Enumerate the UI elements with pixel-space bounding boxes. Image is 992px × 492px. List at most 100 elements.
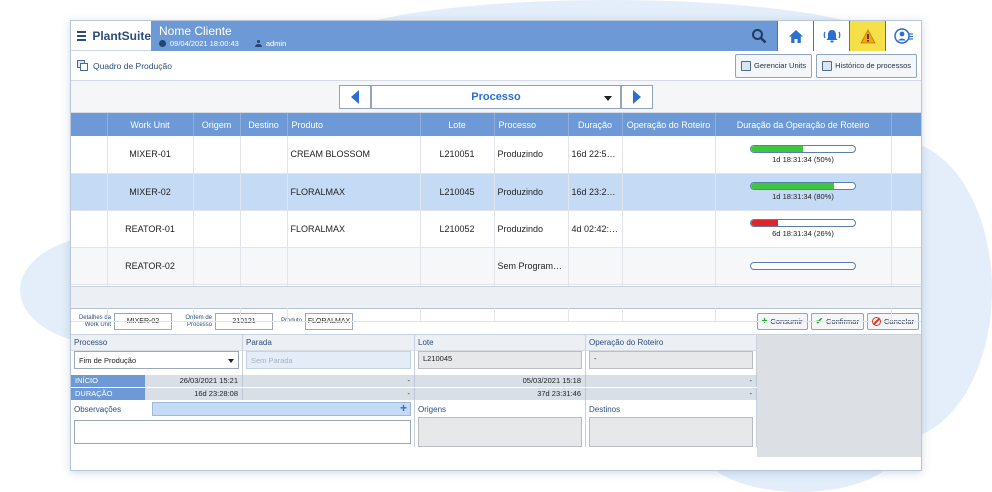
warning-triangle-icon [859, 28, 876, 43]
start-row: INÍCIO 26/03/2021 15:21 - 05/03/2021 15:… [71, 375, 757, 387]
progress-bar [750, 261, 856, 270]
cell-operacao [622, 247, 716, 285]
duration-label: DURAÇÃO [71, 388, 145, 400]
process-dropdown[interactable]: Processo [371, 84, 621, 109]
column-header-origem[interactable]: Origem [193, 113, 241, 136]
home-icon [788, 29, 803, 43]
cell-duracao-operacao: 1d 18:31:34 (50%) [715, 136, 892, 174]
cell-work-unit: MIXER-01 [107, 136, 194, 174]
warning-button[interactable] [849, 21, 885, 51]
production-table: Work Unit Origem Destino Produto Lote Pr… [71, 113, 921, 322]
arrow-right-icon [633, 89, 641, 104]
alarm-button[interactable] [813, 21, 849, 51]
duration-process-value: 16d 23:28:08 [145, 388, 243, 400]
arrow-left-icon [351, 89, 359, 104]
origins-label: Origens [418, 405, 447, 414]
client-info: Nome Cliente 09/04/2021 18:00:43 admin [151, 21, 741, 51]
column-header-duracao[interactable]: Duração [568, 113, 623, 136]
table-row[interactable]: REATOR-02 Sem Program… [71, 247, 921, 285]
table-header: Work Unit Origem Destino Produto Lote Pr… [71, 113, 921, 136]
table-row[interactable]: MIXER-01 CREAM BLOSSOM L210051 Produzind… [71, 136, 921, 174]
cell-operacao [622, 210, 716, 248]
lot-value: L210045 [423, 354, 453, 363]
session-meta: 09/04/2021 18:00:43 admin [159, 39, 741, 48]
origins-list [418, 417, 582, 447]
cell-destino [240, 136, 288, 174]
manage-units-button[interactable]: Gerenciar Units [735, 53, 813, 78]
column-header-select [71, 113, 108, 136]
user-icon [254, 40, 262, 47]
column-header-destino[interactable]: Destino [240, 113, 288, 136]
cell-produto [287, 247, 421, 285]
cell-operacao [622, 136, 716, 174]
table-row[interactable]: REATOR-01 FLORALMAX L210052 Produzindo 4… [71, 210, 921, 248]
column-header-produto[interactable]: Produto [287, 113, 421, 136]
prev-button[interactable] [339, 84, 371, 109]
user-menu-button[interactable] [885, 21, 921, 51]
process-dropdown-value: Processo [471, 90, 521, 103]
session-user: admin [265, 39, 287, 48]
duration-stop-value: - [243, 388, 415, 400]
notes-label: Observações [74, 404, 122, 414]
route-column: Operação do Roteiro - [586, 335, 757, 375]
search-icon [752, 29, 767, 44]
start-lot-value: 05/03/2021 15:18 [415, 375, 586, 387]
cell-processo: Sem Program… [494, 247, 569, 285]
stop-label: Parada [243, 335, 414, 351]
column-header-processo[interactable]: Processo [494, 113, 569, 136]
home-button[interactable] [777, 21, 813, 51]
progress-label: 1d 18:31:34 (80%) [772, 192, 834, 201]
breadcrumb: Quadro de Produção Gerenciar Units Histó… [71, 51, 921, 81]
top-bar: PlantSuite Nome Cliente 09/04/2021 18:00… [71, 21, 921, 51]
origins-section: Origens [415, 400, 586, 447]
process-column: Processo Fim de Produção [71, 335, 243, 375]
add-note-icon[interactable]: + [400, 401, 407, 415]
column-header-operacao[interactable]: Operação do Roteiro [622, 113, 716, 136]
cell-work-unit: REATOR-02 [107, 247, 194, 285]
cell-duracao: 4d 02:42:… [568, 210, 623, 248]
column-header-work-unit[interactable]: Work Unit [107, 113, 194, 136]
cell-work-unit: REATOR-01 [107, 210, 194, 248]
hamburger-icon[interactable] [77, 30, 87, 41]
details-panel: Processo Fim de Produção Parada Sem Para… [71, 335, 921, 457]
cell-lote: L210051 [420, 136, 495, 174]
search-button[interactable] [741, 21, 777, 51]
user-menu-icon [893, 28, 913, 44]
cell-processo: Produzindo [494, 173, 569, 211]
next-button[interactable] [621, 84, 653, 109]
cell-duracao-operacao: 1d 18:31:34 (80%) [715, 173, 892, 211]
progress-fill [751, 183, 835, 189]
start-process-value: 26/03/2021 15:21 [145, 375, 243, 387]
process-end-dropdown[interactable]: Fim de Produção [74, 351, 239, 369]
process-history-label: Histórico de processos [835, 61, 911, 70]
table-row-selected[interactable]: MIXER-02 FLORALMAX L210045 Produzindo 16… [71, 173, 921, 211]
cell-processo: Produzindo [494, 210, 569, 248]
lot-label: Lote [415, 335, 585, 351]
process-history-button[interactable]: Histórico de processos [816, 53, 917, 78]
progress-fill [751, 220, 779, 226]
cell-destino [240, 173, 288, 211]
progress-bar [750, 182, 856, 190]
cell-produto: FLORALMAX [287, 173, 421, 211]
notes-section: Observações + [71, 400, 415, 447]
alarm-bell-icon [823, 30, 840, 43]
clock-icon [159, 40, 166, 47]
progress-label: 1d 18:31:34 (50%) [772, 154, 834, 164]
cell-duracao-operacao [715, 247, 892, 285]
notes-textarea[interactable] [74, 420, 411, 444]
manage-units-label: Gerenciar Units [754, 61, 807, 70]
lot-field: L210045 [418, 351, 582, 369]
duration-row: DURAÇÃO 16d 23:28:08 - 37d 23:31:46 - [71, 388, 757, 400]
brand-logo-text: PlantSuite [92, 28, 151, 43]
process-selector-row: Processo [71, 81, 921, 113]
lot-column: Lote L210045 [415, 335, 586, 375]
progress-fill [751, 145, 803, 152]
cell-destino [240, 247, 288, 285]
cell-lote [420, 247, 495, 285]
column-header-lote[interactable]: Lote [420, 113, 495, 136]
column-header-duracao-operacao[interactable]: Duração da Operação de Roteiro [715, 113, 892, 136]
session-datetime: 09/04/2021 18:00:43 [170, 39, 239, 48]
cell-duracao-operacao: 6d 18:31:34 (26%) [715, 210, 892, 248]
destinations-list [589, 417, 753, 447]
cell-origem [193, 210, 241, 248]
